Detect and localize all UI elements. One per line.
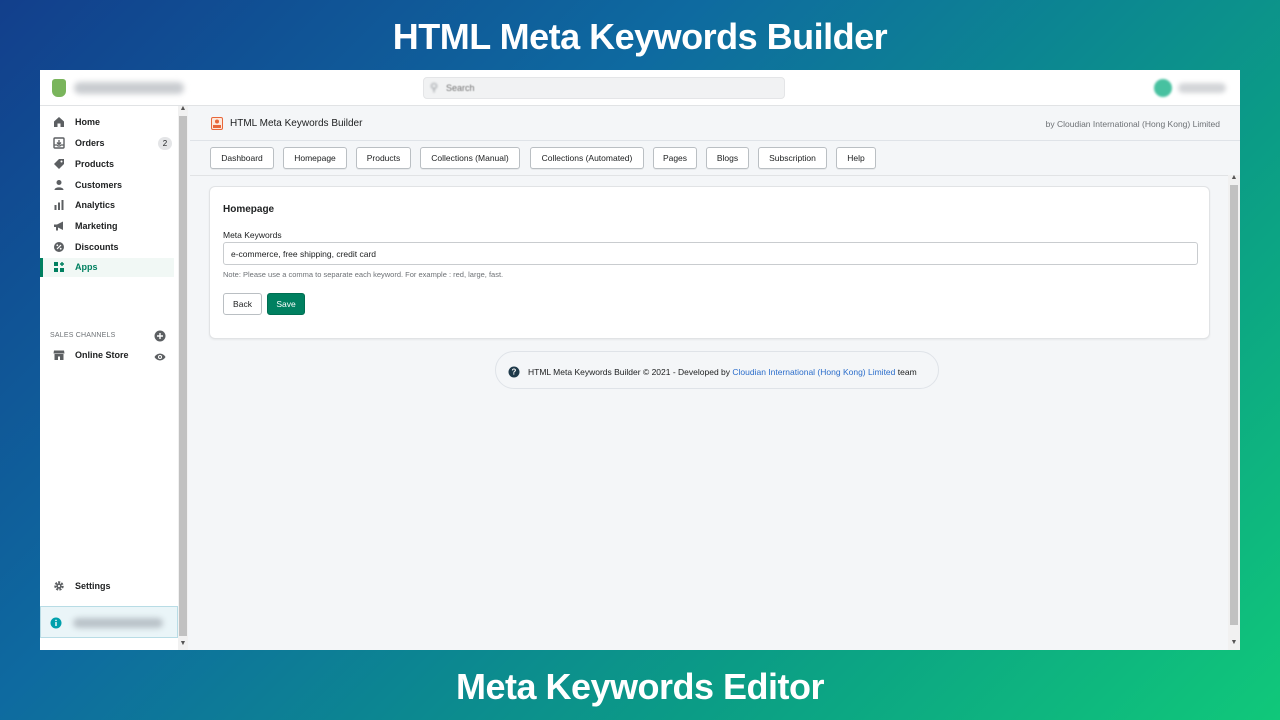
tab-homepage[interactable]: Homepage — [283, 147, 347, 169]
sidebar-scrollbar[interactable]: ▲ ▼ — [178, 105, 188, 650]
sidebar-item-settings[interactable]: Settings — [40, 577, 174, 596]
store-logo-icon[interactable] — [52, 79, 66, 97]
developer-link[interactable]: Cloudian International (Hong Kong) Limit… — [732, 367, 895, 377]
store-icon — [52, 348, 66, 362]
eye-icon[interactable] — [154, 350, 166, 362]
sidebar-item-label: Discounts — [75, 242, 119, 252]
meta-keywords-input[interactable] — [223, 242, 1198, 265]
tab-help[interactable]: Help — [836, 147, 876, 169]
footer-suffix: team — [895, 367, 917, 377]
sidebar-item-label: Settings — [75, 581, 111, 591]
gear-icon — [52, 579, 66, 593]
footer-credits: ? HTML Meta Keywords Builder © 2021 - De… — [495, 351, 939, 389]
sidebar-item-analytics[interactable]: Analytics — [40, 196, 174, 215]
sidebar-item-label: Marketing — [75, 221, 118, 231]
tab-collections-manual[interactable]: Collections (Manual) — [420, 147, 520, 169]
app-title: HTML Meta Keywords Builder — [230, 118, 363, 129]
sidebar: Home Orders 2 Products Customers Analyti… — [40, 106, 178, 650]
sidebar-item-label: Orders — [75, 138, 105, 148]
svg-text:?: ? — [512, 368, 517, 377]
store-info-redacted — [73, 618, 163, 628]
home-icon — [52, 115, 66, 129]
orders-count-badge: 2 — [158, 137, 172, 150]
scroll-down-icon[interactable]: ▼ — [178, 640, 188, 647]
save-button[interactable]: Save — [267, 293, 305, 315]
person-icon — [52, 178, 66, 192]
sidebar-item-products[interactable]: Products — [40, 155, 174, 174]
scrollbar-thumb[interactable] — [179, 116, 187, 636]
banner-bottom-title: Meta Keywords Editor — [455, 666, 825, 707]
tab-collections-automated[interactable]: Collections (Automated) — [530, 147, 644, 169]
meta-keywords-label: Meta Keywords — [223, 230, 282, 240]
sidebar-item-label: Products — [75, 159, 115, 169]
scroll-up-icon[interactable]: ▲ — [1228, 174, 1240, 181]
sidebar-item-orders[interactable]: Orders 2 — [40, 134, 174, 153]
tab-subscription[interactable]: Subscription — [758, 147, 827, 169]
footer-text: HTML Meta Keywords Builder © 2021 - Deve… — [528, 367, 917, 377]
tag-icon — [52, 157, 66, 171]
scroll-down-icon[interactable]: ▼ — [1228, 639, 1240, 646]
store-info-banner[interactable] — [40, 606, 178, 638]
search-box[interactable]: ⚲ — [423, 77, 785, 99]
add-sales-channel-icon[interactable] — [154, 329, 166, 342]
sidebar-item-label: Customers — [75, 180, 123, 190]
help-icon: ? — [508, 365, 520, 378]
discount-icon — [52, 240, 66, 254]
sidebar-item-apps[interactable]: Apps — [40, 258, 174, 277]
app-header: HTML Meta Keywords Builder by Cloudian I… — [190, 106, 1240, 141]
banner-top-title: HTML Meta Keywords Builder — [392, 16, 888, 57]
orders-icon — [52, 136, 66, 150]
back-button[interactable]: Back — [223, 293, 262, 315]
megaphone-icon — [52, 219, 66, 233]
scrollbar-thumb[interactable] — [1230, 185, 1238, 625]
user-name-redacted[interactable] — [1178, 83, 1226, 93]
tab-blogs[interactable]: Blogs — [706, 147, 749, 169]
app-byline: by Cloudian International (Hong Kong) Li… — [1045, 119, 1220, 129]
footer-prefix: HTML Meta Keywords Builder © 2021 - Deve… — [528, 367, 733, 377]
homepage-card: Homepage Meta Keywords Note: Please use … — [209, 186, 1210, 339]
sales-channels-heading: SALES CHANNELS — [50, 332, 116, 339]
app-logo-icon — [211, 117, 223, 130]
sidebar-item-label: Online Store — [75, 350, 129, 360]
keywords-note: Note: Please use a comma to separate eac… — [223, 270, 504, 279]
sidebar-item-label: Analytics — [75, 200, 116, 210]
app-window: ⚲ Home Orders 2 Products — [40, 70, 1240, 650]
sidebar-item-marketing[interactable]: Marketing — [40, 217, 174, 236]
tab-pages[interactable]: Pages — [653, 147, 697, 169]
search-input[interactable] — [446, 81, 746, 95]
bar-chart-icon — [52, 198, 66, 212]
sidebar-item-label: Apps — [75, 262, 98, 272]
top-bar: ⚲ — [40, 70, 1240, 106]
sidebar-item-discounts[interactable]: Discounts — [40, 238, 174, 257]
card-title: Homepage — [223, 204, 275, 215]
main-scrollbar[interactable]: ▲ ▼ — [1228, 174, 1240, 650]
search-icon: ⚲ — [430, 82, 439, 94]
sidebar-item-label: Home — [75, 117, 101, 127]
content-divider — [190, 175, 1230, 176]
info-icon — [50, 616, 62, 629]
tab-products[interactable]: Products — [356, 147, 411, 169]
avatar[interactable] — [1154, 79, 1172, 97]
apps-icon — [52, 260, 66, 274]
sidebar-item-home[interactable]: Home — [40, 113, 174, 132]
store-name-redacted[interactable] — [74, 82, 184, 94]
scroll-up-icon[interactable]: ▲ — [178, 105, 188, 112]
sidebar-item-customers[interactable]: Customers — [40, 176, 174, 195]
tab-dashboard[interactable]: Dashboard — [210, 147, 274, 169]
